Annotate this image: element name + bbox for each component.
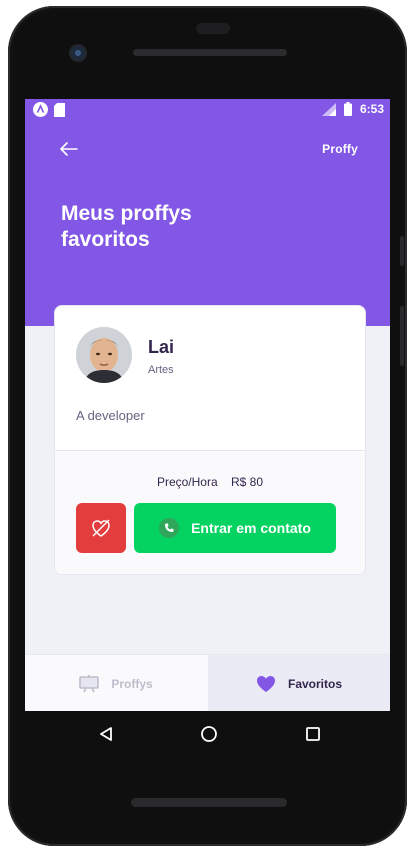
volume-down-button (400, 306, 404, 366)
back-button[interactable] (58, 138, 80, 160)
app-screen: Proffy Meus proffys favoritos 6:53 Lai A… (25, 99, 390, 711)
card-footer: Preço/Hora R$ 80 Entrar em contato (55, 450, 365, 574)
whatsapp-icon (159, 518, 180, 538)
price-label: Preço/Hora (156, 475, 218, 489)
android-nav-bar (25, 711, 390, 755)
front-camera (71, 46, 85, 60)
heart-icon (256, 675, 276, 693)
tab-proffys-label: Proffys (111, 676, 153, 691)
recents-square-icon (306, 727, 320, 741)
tab-favoritos-label: Favoritos (287, 676, 342, 691)
page-header: Proffy Meus proffys favoritos (25, 99, 390, 326)
earpiece-speaker (133, 49, 287, 56)
app-icon (33, 102, 48, 117)
back-triangle-icon (100, 727, 112, 741)
teacher-card: Lai Artes A developer Preço/Hora R$ 80 E… (54, 305, 366, 575)
page-title: Meus proffys favoritos (61, 202, 192, 251)
tab-bar: Proffys Favoritos (25, 654, 390, 711)
contact-button-label: Entrar em contato (191, 520, 311, 536)
teacher-bio: A developer (76, 408, 145, 423)
unfavorite-heart-icon (92, 519, 110, 537)
brand-logo: Proffy (322, 142, 358, 156)
easel-icon (79, 674, 100, 693)
home-circle-icon (201, 726, 217, 742)
nav-recents-button[interactable] (302, 723, 324, 745)
volume-up-button (400, 236, 404, 266)
unfavorite-button[interactable] (76, 503, 126, 553)
tab-proffys[interactable]: Proffys (25, 655, 207, 711)
battery-icon (343, 102, 352, 116)
arrow-left-icon (60, 142, 78, 156)
sensor (196, 23, 230, 34)
status-bar: 6:53 (25, 99, 390, 121)
lte-signal-icon (321, 102, 336, 116)
bottom-speaker (131, 798, 287, 807)
sd-card-icon (54, 102, 65, 117)
teacher-name: Lai (148, 337, 175, 357)
nav-home-button[interactable] (198, 723, 220, 745)
teacher-subject: Artes (148, 364, 174, 376)
nav-back-button[interactable] (95, 723, 117, 745)
status-time: 6:53 (359, 102, 384, 116)
price-value: R$ 80 (231, 475, 264, 489)
avatar (76, 327, 132, 383)
contact-button[interactable]: Entrar em contato (134, 503, 336, 553)
tab-favoritos[interactable]: Favoritos (208, 655, 390, 711)
price-row: Preço/Hora R$ 80 (55, 475, 365, 489)
